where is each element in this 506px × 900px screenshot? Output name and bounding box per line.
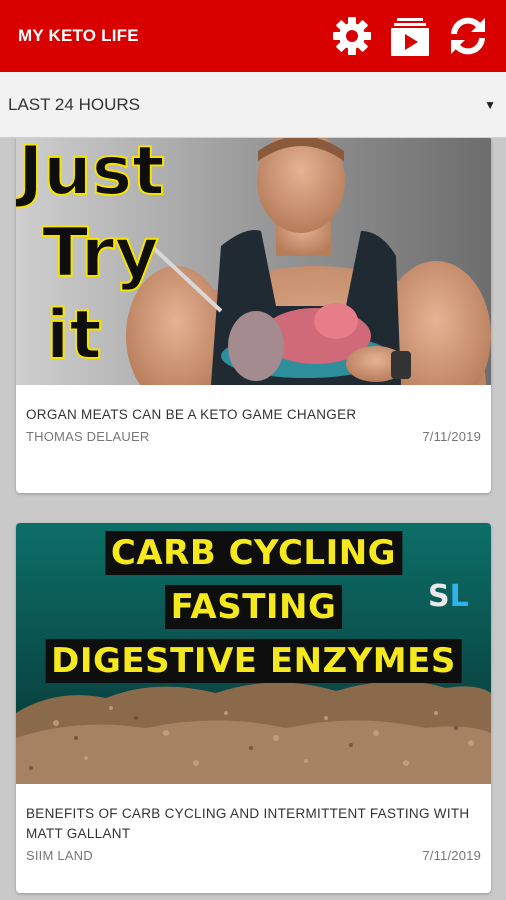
video-feed[interactable]: Just Try it ORGAN MEATS CAN BE A KETO GA… [0, 138, 506, 900]
channel-name[interactable]: SIIM LAND [26, 848, 93, 863]
thumbnail-text: it [45, 296, 103, 375]
playlist-icon[interactable] [388, 14, 432, 58]
publish-date: 7/11/2019 [422, 429, 481, 444]
channel-name[interactable]: THOMAS DELAUER [26, 429, 149, 444]
video-card[interactable]: CARB CYCLING FASTING DIGESTIVE ENZYMES S… [16, 523, 491, 893]
refresh-icon[interactable] [446, 14, 490, 58]
gear-icon[interactable] [330, 14, 374, 58]
time-filter-select[interactable]: LAST 24 HOURS ▼ [0, 72, 506, 138]
video-thumbnail[interactable]: CARB CYCLING FASTING DIGESTIVE ENZYMES S… [16, 523, 491, 784]
app-title: MY KETO LIFE [18, 26, 139, 45]
video-title[interactable]: BENEFITS OF CARB CYCLING AND INTERMITTEN… [26, 804, 481, 844]
publish-date: 7/11/2019 [422, 848, 481, 863]
thumbnail-text: FASTING [164, 585, 343, 629]
thumbnail-text: CARB CYCLING [104, 531, 403, 575]
channel-logo: SL [428, 579, 469, 614]
video-card[interactable]: Just Try it ORGAN MEATS CAN BE A KETO GA… [16, 138, 491, 493]
time-filter-value: LAST 24 HOURS [8, 94, 140, 114]
thumbnail-text: Try [41, 214, 160, 293]
app-bar: MY KETO LIFE [0, 0, 506, 72]
video-meta: SIIM LAND 7/11/2019 [26, 848, 481, 863]
logo-letter: S [428, 579, 450, 614]
video-meta: THOMAS DELAUER 7/11/2019 [26, 429, 481, 444]
thumbnail-text: DIGESTIVE ENZYMES [45, 639, 462, 683]
video-thumbnail[interactable]: Just Try it [16, 138, 491, 385]
video-title[interactable]: ORGAN MEATS CAN BE A KETO GAME CHANGER [26, 405, 481, 425]
dropdown-caret-icon: ▼ [484, 97, 496, 112]
thumbnail-text: Just [17, 138, 166, 211]
logo-letter: L [449, 579, 469, 614]
